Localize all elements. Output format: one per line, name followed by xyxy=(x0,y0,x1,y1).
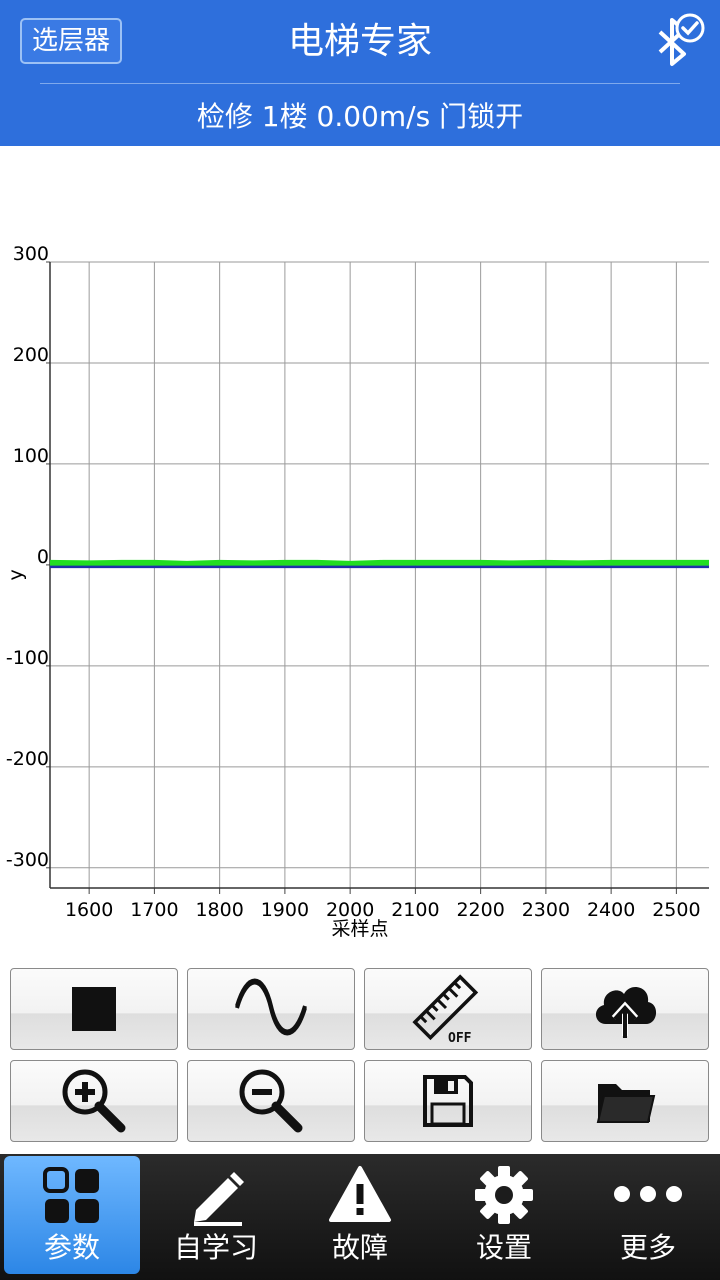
waveform-icon xyxy=(235,978,307,1036)
zoom-out-icon xyxy=(239,1069,303,1133)
floor-selector-button[interactable]: 选层器 xyxy=(20,18,122,64)
x-tick-label: 2100 xyxy=(391,899,439,921)
save-button[interactable] xyxy=(364,1060,532,1142)
bottom-navigation: 参数 自学习 故障 设置 更多 xyxy=(0,1154,720,1280)
y-tick-label: 0 xyxy=(37,546,49,568)
nav-label-faults: 故障 xyxy=(331,1231,388,1264)
x-tick-label: 2200 xyxy=(456,899,504,921)
cloud-upload-button[interactable] xyxy=(541,968,709,1050)
cloud-upload-icon xyxy=(595,987,657,1038)
x-tick-label: 1900 xyxy=(261,899,309,921)
x-tick-label: 2300 xyxy=(522,899,570,921)
gear-icon xyxy=(475,1166,533,1224)
header-divider xyxy=(40,83,680,84)
elevator-status: 检修 1楼 0.00m/s 门锁开 xyxy=(196,100,524,133)
waveform-button[interactable] xyxy=(187,968,355,1050)
y-tick-label: 200 xyxy=(13,344,49,366)
x-tick-label: 2400 xyxy=(587,899,635,921)
folder-icon xyxy=(596,1084,656,1123)
nav-label-self-learn: 自学习 xyxy=(173,1231,258,1264)
nav-item-faults[interactable]: 故障 xyxy=(288,1154,432,1280)
x-tick-label: 1700 xyxy=(130,899,178,921)
pencil-icon xyxy=(194,1172,244,1226)
nav-label-params: 参数 xyxy=(43,1231,100,1264)
x-axis-label: 采样点 xyxy=(331,918,388,940)
nav-item-self-learn[interactable]: 自学习 xyxy=(144,1154,288,1280)
nav-label-settings: 设置 xyxy=(475,1231,532,1264)
more-dots-icon xyxy=(614,1186,682,1202)
save-floppy-icon xyxy=(423,1075,473,1127)
warning-icon xyxy=(329,1166,391,1222)
x-tick-label: 1800 xyxy=(195,899,243,921)
y-tick-label: 300 xyxy=(13,243,49,265)
x-tick-label: 1600 xyxy=(65,899,113,921)
series-line-1 xyxy=(49,559,709,567)
ruler-toggle-button[interactable]: OFF xyxy=(364,968,532,1050)
zoom-in-button[interactable] xyxy=(10,1060,178,1142)
open-folder-button[interactable] xyxy=(541,1060,709,1142)
zoom-in-icon xyxy=(62,1069,126,1133)
stop-icon xyxy=(72,987,116,1031)
y-tick-label: -200 xyxy=(6,748,49,770)
y-tick-label: -100 xyxy=(6,647,49,669)
y-axis-label: y xyxy=(5,569,27,580)
y-tick-label: 100 xyxy=(13,445,49,467)
nav-item-settings[interactable]: 设置 xyxy=(432,1154,576,1280)
x-tick-label: 2500 xyxy=(652,899,700,921)
app-header: 选层器 电梯专家 检修 1楼 0.00m/s 门锁开 xyxy=(0,0,720,146)
stop-button[interactable] xyxy=(10,968,178,1050)
nav-label-more: 更多 xyxy=(619,1231,676,1264)
y-tick-label: -300 xyxy=(6,849,49,871)
nav-item-more[interactable]: 更多 xyxy=(576,1154,720,1280)
nav-item-params[interactable]: 参数 xyxy=(4,1156,140,1274)
bluetooth-connected-icon[interactable] xyxy=(650,12,708,70)
grid-icon xyxy=(43,1167,99,1223)
svg-text:OFF: OFF xyxy=(448,1031,472,1044)
waveform-chart[interactable]: 1600 1700 1800 1900 2000 2100 2200 2300 2400 2500… xyxy=(0,240,720,950)
zoom-out-button[interactable] xyxy=(187,1060,355,1142)
ruler-off-icon: OFF xyxy=(412,974,479,1044)
